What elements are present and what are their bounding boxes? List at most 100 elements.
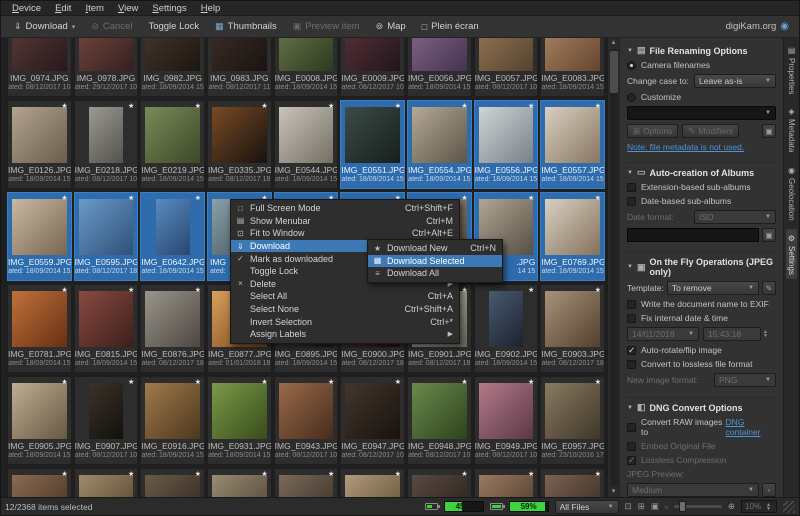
change-case-select[interactable]: Leave as-is ▼ bbox=[694, 74, 776, 88]
template-select[interactable]: To remove ▼ bbox=[667, 281, 759, 295]
checkbox-exif-docname[interactable]: Write the document name to EXIF bbox=[627, 299, 776, 309]
radio-customize[interactable]: Customize bbox=[627, 92, 776, 102]
toggle-lock-button[interactable]: Toggle Lock bbox=[141, 19, 206, 34]
album-pattern-input[interactable] bbox=[627, 228, 759, 242]
zoom-out-icon[interactable]: ▫ bbox=[665, 502, 668, 512]
thumbnail-cell[interactable]: ★ bbox=[274, 468, 339, 497]
menu-item-show-menubar[interactable]: ▤Show MenubarCtrl+M bbox=[231, 215, 459, 228]
thumbnail-cell[interactable]: ★IMG_E0551.JPGated: 18/09/2014 15 bbox=[340, 100, 405, 189]
thumbnail-cell[interactable]: ★IMG_E0876.JPGated: 08/12/2017 18 bbox=[140, 284, 205, 373]
radio-camera-filenames[interactable]: Camera filenames bbox=[627, 60, 776, 70]
template-edit-button[interactable]: ✎ bbox=[762, 281, 776, 295]
thumbnail-cell[interactable]: ★IMG_E0219.JPGated: 18/09/2014 15 bbox=[140, 100, 205, 189]
zoom-slider[interactable] bbox=[674, 505, 722, 508]
rename-pattern-input[interactable]: ▼ bbox=[627, 106, 776, 120]
thumbnail-cell[interactable]: ★ bbox=[540, 468, 605, 497]
tab-metadata[interactable]: ◈Metadata bbox=[786, 102, 797, 157]
thumbnail-cell[interactable]: ★IMG_E0769.JPGated: 18/09/2014 15 bbox=[540, 192, 605, 281]
tab-geolocation[interactable]: ◉Geolocation bbox=[786, 161, 797, 226]
menu-device[interactable]: Device bbox=[5, 2, 48, 15]
thumbnail-cell[interactable]: ★ bbox=[340, 468, 405, 497]
checkbox-lossless-convert[interactable]: Convert to lossless file format bbox=[627, 359, 776, 369]
section-header-auto-albums[interactable]: ▼ ▭ Auto-creation of Albums bbox=[627, 167, 776, 178]
dng-info-button[interactable]: ▫ bbox=[762, 483, 776, 497]
zoom-in-icon[interactable]: ⊕ bbox=[728, 501, 735, 512]
thumbnail-cell[interactable]: ★IMG_E0902.JPGated: 18/09/2014 15 bbox=[474, 284, 539, 373]
menu-view[interactable]: View bbox=[111, 2, 145, 15]
map-button[interactable]: ⊚Map bbox=[369, 19, 413, 34]
section-header-on-the-fly[interactable]: ▼ ▣ On the Fly Operations (JPEG only) bbox=[627, 257, 776, 277]
checkbox-convert-raw[interactable]: Convert RAW images to DNG container bbox=[627, 417, 776, 437]
checkbox-autorotate[interactable]: Auto-rotate/flip image bbox=[627, 345, 776, 355]
vertical-scrollbar[interactable]: ▴ ▾ bbox=[607, 38, 619, 497]
thumbnail-cell[interactable]: ★IMG_E0556.JPGated: 18/09/2014 15 bbox=[474, 100, 539, 189]
thumbnail-cell[interactable]: ★IMG_E0948.JPGated: 08/12/2017 10 bbox=[407, 376, 472, 465]
rename-preview-button[interactable]: ▣ bbox=[762, 124, 776, 138]
thumbnail-cell[interactable]: ★IMG_E0957.JPGated: 23/10/2016 17 bbox=[540, 376, 605, 465]
resize-grip[interactable] bbox=[783, 501, 795, 513]
thumbnail-cell[interactable]: IMG_0982.JPGated: 18/09/2014 15 bbox=[140, 38, 205, 97]
thumbnail-cell[interactable]: IMG_E0056.JPGated: 18/09/2014 15 bbox=[407, 38, 472, 97]
scroll-down-icon[interactable]: ▾ bbox=[612, 487, 616, 497]
thumbnail-cell[interactable]: ★IMG_E0335.JPGated: 08/12/2017 18 bbox=[207, 100, 272, 189]
checkbox-date-subalbums[interactable]: Date-based sub-albums bbox=[627, 196, 776, 206]
zoom-percent-box[interactable]: 10% ▲▼ bbox=[741, 500, 777, 513]
menu-item-full-screen-mode[interactable]: □Full Screen ModeCtrl+Shift+F bbox=[231, 202, 459, 215]
thumbnail-cell[interactable]: ★IMG_E0907.JPGated: 08/12/2017 10 bbox=[74, 376, 139, 465]
thumbnail-cell[interactable]: IMG_E0009.JPGated: 08/12/2017 10 bbox=[340, 38, 405, 97]
thumbnail-cell[interactable]: ★IMG_E0218.JPGated: 08/12/2017 10 bbox=[74, 100, 139, 189]
thumbnail-cell[interactable]: ★ bbox=[7, 468, 72, 497]
tab-properties[interactable]: ▤Properties bbox=[786, 41, 797, 99]
menu-help[interactable]: Help bbox=[194, 2, 228, 15]
thumbnail-cell[interactable]: IMG_0983.JPGated: 08/12/2017 11 bbox=[207, 38, 272, 97]
menu-edit[interactable]: Edit bbox=[48, 2, 78, 15]
thumbnail-cell[interactable]: ★ bbox=[140, 468, 205, 497]
new-format-select[interactable]: PNG ▼ bbox=[714, 373, 776, 387]
scrollbar-thumb[interactable] bbox=[610, 51, 618, 93]
date-format-select[interactable]: ISO ▼ bbox=[694, 210, 776, 224]
cancel-button[interactable]: ⊘Cancel bbox=[84, 19, 139, 34]
thumbnail-cell[interactable]: IMG_0974.JPGated: 08/12/2017 10 bbox=[7, 38, 72, 97]
thumbnail-cell[interactable]: ★IMG_E0949.JPGated: 08/12/2017 10 bbox=[474, 376, 539, 465]
thumbnail-cell[interactable]: ★ bbox=[407, 468, 472, 497]
dng-container-link[interactable]: DNG container bbox=[726, 417, 776, 437]
album-pattern-button[interactable]: ▣ bbox=[762, 228, 776, 242]
menu-item-download-all[interactable]: ≡Download All bbox=[368, 267, 502, 280]
metadata-note-link[interactable]: Note: file metadata is not used. bbox=[627, 142, 744, 152]
menu-item-download-new[interactable]: ★Download NewCtrl+N bbox=[368, 242, 502, 255]
file-filter-select[interactable]: All Files ▼ bbox=[555, 500, 619, 514]
time-spinner[interactable]: 15:43:18 bbox=[703, 327, 761, 341]
zoom-spinner-icon[interactable]: ▲▼ bbox=[764, 503, 773, 511]
thumbnail-cell[interactable]: ★IMG_E0905.JPGated: 18/09/2014 15 bbox=[7, 376, 72, 465]
checkbox-fix-datetime[interactable]: Fix internal date & time bbox=[627, 313, 776, 323]
checkbox-extension-subalbums[interactable]: Extension-based sub-albums bbox=[627, 182, 776, 192]
tab-settings[interactable]: ⚙Settings bbox=[786, 229, 797, 280]
thumbnail-cell[interactable]: ★IMG_E0815.JPGated: 18/09/2014 15 bbox=[74, 284, 139, 373]
thumbnail-cell[interactable]: ★IMG_E0595.JPGated: 08/12/2017 18 bbox=[74, 192, 139, 281]
thumbnail-cell[interactable]: ★IMG_E0943.JPGated: 08/12/2017 10 bbox=[274, 376, 339, 465]
thumbnail-cell[interactable]: ★ bbox=[74, 468, 139, 497]
checkbox-embed-original[interactable]: Embed Original File bbox=[627, 441, 776, 451]
thumbnail-cell[interactable]: ★IMG_E0781.JPGated: 18/09/2014 15 bbox=[7, 284, 72, 373]
menu-settings[interactable]: Settings bbox=[145, 2, 193, 15]
thumbnails-button[interactable]: ▦Thumbnails bbox=[208, 19, 284, 34]
thumbnail-cell[interactable]: IMG_E0057.JPGated: 08/12/2017 10 bbox=[474, 38, 539, 97]
modifiers-button[interactable]: ✎ Modifiers bbox=[682, 124, 739, 138]
thumbnail-cell[interactable]: ★IMG_E0931.JPGated: 18/09/2014 15 bbox=[207, 376, 272, 465]
scrollbar-track[interactable] bbox=[610, 49, 618, 486]
thumbnail-cell[interactable]: ★IMG_E0947.JPGated: 08/12/2017 10 bbox=[340, 376, 405, 465]
menu-item-fit-to-window[interactable]: ⊡Fit to WindowCtrl+Alt+E bbox=[231, 227, 459, 240]
thumbnail-cell[interactable]: ★IMG_E0642.JPGated: 18/09/2014 15 bbox=[140, 192, 205, 281]
fullscreen-button[interactable]: □Plein écran bbox=[415, 19, 486, 34]
spinner-arrows-icon[interactable]: ▲▼ bbox=[761, 330, 770, 338]
menu-item[interactable]: Item bbox=[78, 2, 110, 15]
zoom-slider-handle[interactable] bbox=[679, 501, 686, 512]
menu-item-invert-selection[interactable]: Invert SelectionCtrl+* bbox=[231, 315, 459, 328]
date-picker[interactable]: 14/01/2018 ▼ bbox=[627, 327, 699, 341]
scroll-up-icon[interactable]: ▴ bbox=[612, 38, 616, 48]
thumbnail-cell[interactable]: ★ bbox=[207, 468, 272, 497]
thumbnail-cell[interactable]: IMG_E0083.JPGated: 18/09/2014 15 bbox=[540, 38, 605, 97]
thumbnail-cell[interactable]: ★IMG_E0903.JPGated: 08/12/2017 18 bbox=[540, 284, 605, 373]
menu-item-assign-labels[interactable]: Assign Labels▶ bbox=[231, 328, 459, 341]
preview-item-button[interactable]: ▣Preview item bbox=[286, 19, 367, 34]
